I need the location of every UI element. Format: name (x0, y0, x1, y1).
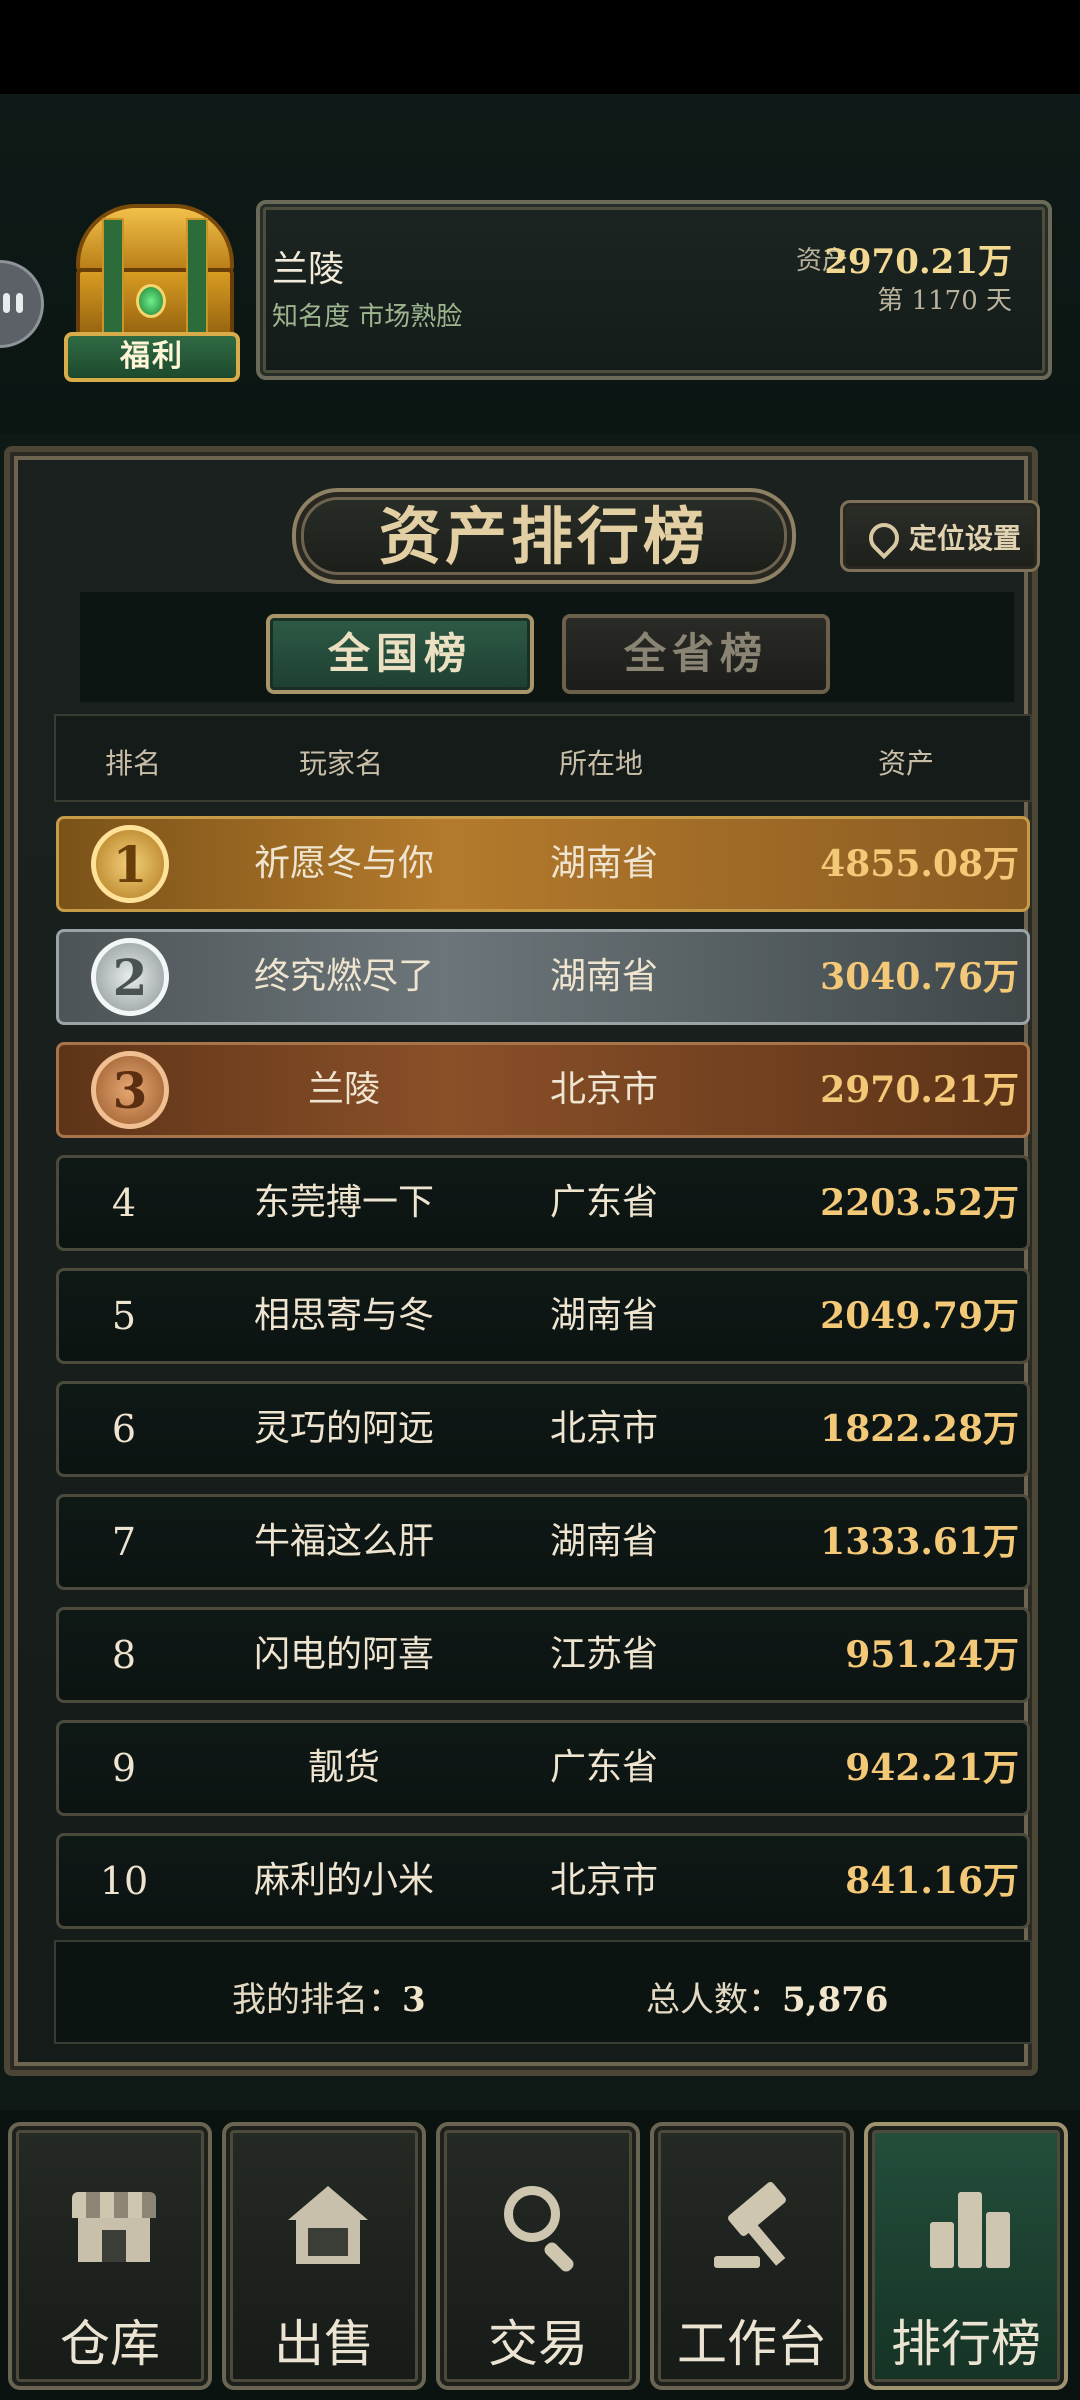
location-cell: 湖南省 (549, 1295, 658, 1336)
table-row[interactable]: 10 麻利的小米 北京市 841.16万 (56, 1833, 1030, 1929)
assets-cell: 3040.76万 (820, 956, 1019, 998)
day-counter: 第 1170 天 (877, 286, 1012, 316)
rank-cell: 8 (111, 1633, 137, 1677)
player-name-cell: 东莞搏一下 (253, 1182, 434, 1223)
house-icon (286, 2186, 370, 2270)
player-name-cell: 闪电的阿喜 (253, 1634, 434, 1675)
location-cell: 广东省 (549, 1747, 658, 1788)
nav-label: 仓库 (60, 2315, 160, 2373)
player-name-cell: 灵巧的阿远 (253, 1408, 434, 1449)
nav-label: 交易 (488, 2315, 588, 2373)
treasure-chest-icon (76, 204, 234, 274)
assets-cell: 951.24万 (845, 1634, 1019, 1676)
tab-bar: 全国榜 全省榜 (80, 592, 1014, 702)
panel-title: 资产排行榜 (378, 500, 709, 573)
table-header: 排名 玩家名 所在地 资产 (54, 714, 1032, 802)
assets-cell: 1822.28万 (820, 1408, 1019, 1450)
my-rank-value: 3 (402, 1980, 426, 2020)
player-fame: 知名度 市场熟脸 (272, 302, 463, 332)
location-cell: 广东省 (549, 1182, 658, 1223)
assets-cell: 1333.61万 (820, 1521, 1019, 1563)
gold-medal-icon: 1 (91, 825, 169, 903)
title-plate: 资产排行榜 (292, 488, 796, 584)
search-icon (500, 2186, 584, 2274)
total-players: 总人数：5,876 (646, 1972, 888, 2021)
rank-cell: 4 (111, 1181, 137, 1225)
column-assets: 资产 (877, 747, 934, 780)
rank-cell: 7 (111, 1520, 137, 1564)
nav-label: 工作台 (677, 2315, 827, 2373)
bronze-medal-icon: 3 (91, 1051, 169, 1129)
table-row[interactable]: 9 靓货 广东省 942.21万 (56, 1720, 1030, 1816)
player-name-cell: 兰陵 (307, 1069, 380, 1110)
player-name-cell: 麻利的小米 (253, 1860, 434, 1901)
total-value: 5,876 (782, 1980, 889, 2020)
nav-sell[interactable]: 出售 (222, 2122, 426, 2390)
nav-warehouse[interactable]: 仓库 (8, 2122, 212, 2390)
assets-cell: 2203.52万 (820, 1182, 1019, 1224)
ranking-summary: 我的排名：3 总人数：5,876 (54, 1940, 1032, 2044)
player-name-cell: 祈愿冬与你 (253, 843, 434, 884)
shop-icon (72, 2186, 156, 2270)
total-label: 总人数： (646, 1980, 782, 2020)
location-cell: 湖南省 (549, 956, 658, 997)
nav-label: 出售 (274, 2315, 374, 2373)
asset-value: 2970.21万 (824, 242, 1012, 282)
assets-cell: 841.16万 (845, 1860, 1019, 1902)
my-rank-label: 我的排名： (232, 1980, 402, 2020)
nav-trade[interactable]: 交易 (436, 2122, 640, 2390)
location-cell: 北京市 (549, 1069, 658, 1110)
bottom-nav: 仓库 出售 交易 工作台 排行榜 (0, 2110, 1080, 2400)
table-row[interactable]: 4 东莞搏一下 广东省 2203.52万 (56, 1155, 1030, 1251)
assets-cell: 942.21万 (845, 1747, 1019, 1789)
column-location: 所在地 (558, 747, 643, 780)
location-cell: 江苏省 (549, 1634, 658, 1675)
nav-leaderboard[interactable]: 排行榜 (864, 2122, 1068, 2390)
player-name: 兰陵 (272, 249, 345, 290)
profile-card[interactable]: 兰陵 知名度 市场熟脸 资产 2970.21万 第 1170 天 (256, 200, 1052, 380)
silver-medal-icon: 2 (91, 938, 169, 1016)
tab-national[interactable]: 全国榜 (266, 614, 534, 694)
rank-cell: 5 (111, 1294, 137, 1338)
rank-cell: 6 (111, 1407, 137, 1451)
location-cell: 北京市 (549, 1860, 658, 1901)
column-player: 玩家名 (298, 747, 383, 780)
column-rank: 排名 (104, 747, 161, 780)
table-row[interactable]: 2 终究燃尽了 湖南省 3040.76万 (56, 929, 1030, 1025)
rank-cell: 10 (99, 1859, 149, 1903)
player-name-cell: 相思寄与冬 (253, 1295, 434, 1336)
rank-cell: 9 (111, 1746, 137, 1790)
player-name-cell: 牛福这么肝 (253, 1521, 434, 1562)
location-settings-label: 定位设置 (909, 522, 1022, 555)
bar-chart-icon (928, 2186, 1012, 2270)
my-rank: 我的排名：3 (232, 1972, 426, 2021)
location-cell: 北京市 (549, 1408, 658, 1449)
assistant-icon (3, 293, 25, 315)
player-name-cell: 靓货 (307, 1747, 380, 1788)
assets-cell: 2970.21万 (820, 1069, 1019, 1111)
welfare-button[interactable]: 福利 (64, 204, 244, 384)
gavel-icon (714, 2180, 798, 2270)
location-pin-icon (869, 523, 895, 555)
location-cell: 湖南省 (549, 843, 658, 884)
table-row[interactable]: 6 灵巧的阿远 北京市 1822.28万 (56, 1381, 1030, 1477)
player-name-cell: 终究燃尽了 (253, 956, 434, 997)
ranking-panel: 资产排行榜 定位设置 全国榜 全省榜 排名 玩家名 所在地 资产 1 祈愿冬与你… (4, 446, 1040, 2076)
tab-province[interactable]: 全省榜 (562, 614, 830, 694)
table-row[interactable]: 1 祈愿冬与你 湖南省 4855.08万 (56, 816, 1030, 912)
location-cell: 湖南省 (549, 1521, 658, 1562)
location-settings-button[interactable]: 定位设置 (840, 500, 1040, 572)
table-row[interactable]: 5 相思寄与冬 湖南省 2049.79万 (56, 1268, 1030, 1364)
welfare-label: 福利 (64, 332, 240, 382)
table-row[interactable]: 7 牛福这么肝 湖南省 1333.61万 (56, 1494, 1030, 1590)
nav-label: 排行榜 (891, 2315, 1041, 2373)
table-row[interactable]: 8 闪电的阿喜 江苏省 951.24万 (56, 1607, 1030, 1703)
assets-cell: 2049.79万 (820, 1295, 1019, 1337)
table-row[interactable]: 3 兰陵 北京市 2970.21万 (56, 1042, 1030, 1138)
status-bar (0, 0, 1080, 94)
assets-cell: 4855.08万 (820, 843, 1019, 885)
nav-workbench[interactable]: 工作台 (650, 2122, 854, 2390)
